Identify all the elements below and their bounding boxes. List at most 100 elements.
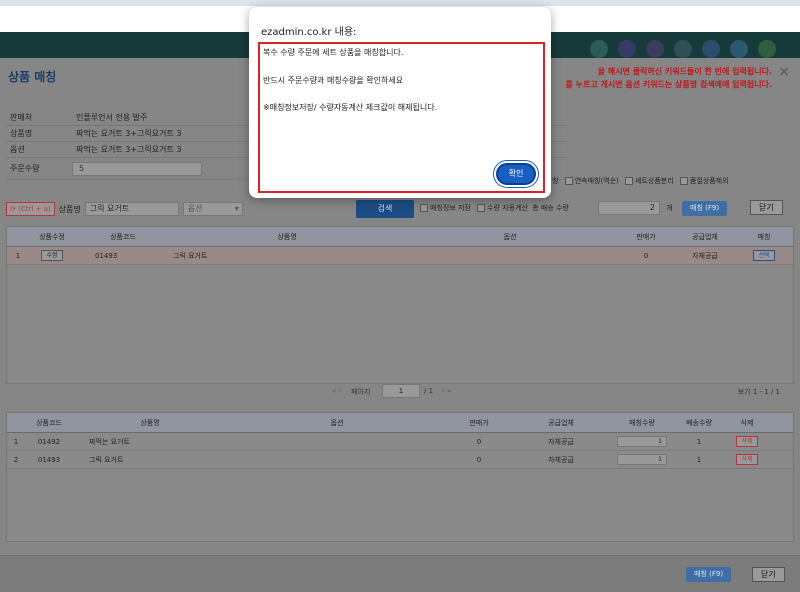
grid-header: 상품수정 상품코드 상품명 옵션 판매가 공급업체 매칭 <box>7 227 793 247</box>
info-label: 상품명 <box>10 129 33 138</box>
grid-header: 상품코드 상품명 옵션 판매가 공급업체 매칭수량 배송수량 삭제 <box>7 413 793 433</box>
footer-bar: 매칭 (F9) 닫기 <box>0 555 800 592</box>
product-name-input[interactable]: 그릭 요거트 <box>84 202 179 216</box>
ship-qty: 1 <box>696 455 702 464</box>
dialog-message-box: 복수 수량 주문에 세트 상품을 매칭합니다. 반드시 주문수량과 매칭수량을 … <box>258 42 545 193</box>
product-code: 01493 <box>95 251 118 260</box>
checkbox-exclude-soldout[interactable] <box>679 177 688 185</box>
dialog-title: ezadmin.co.kr 내용: <box>261 27 357 38</box>
option-select[interactable]: 옵션 ▾ <box>182 202 243 216</box>
supplier: 자체공급 <box>692 251 718 260</box>
col-header: 공급업체 <box>692 232 718 241</box>
delete-button[interactable]: 삭제 <box>736 436 758 447</box>
matched-items-grid: 상품코드 상품명 옵션 판매가 공급업체 매칭수량 배송수량 삭제 1 0149… <box>6 412 794 542</box>
table-row[interactable]: 1 01492 짜먹는 요거트 0 자체공급 1 1 삭제 <box>7 433 793 451</box>
total-qty-input[interactable]: 2 <box>598 201 660 215</box>
option-label: 연속매칭(역순) <box>574 177 619 185</box>
info-value: 짜먹는 요거트 3+그릭요거트 3 <box>76 145 182 154</box>
footer-close-button[interactable]: 닫기 <box>752 567 785 582</box>
checkbox-save-matching[interactable] <box>420 204 428 212</box>
nav-app-icon[interactable] <box>646 40 664 58</box>
nav-app-icon[interactable] <box>590 40 608 58</box>
select-button[interactable]: 선택 <box>753 250 775 261</box>
product-code: 01492 <box>37 437 61 446</box>
product-name: 짜먹는 요거트 <box>89 437 130 446</box>
row-number: 1 <box>13 437 19 446</box>
ctrl-a-button[interactable]: ⟳ (Ctrl + a) <box>6 202 55 216</box>
checkbox-reverse-match[interactable] <box>564 177 573 185</box>
col-header: 상품코드 <box>110 232 136 241</box>
option-label: 세트상품분리 <box>635 177 674 185</box>
page-title: 상품 매칭 <box>8 70 57 84</box>
product-code: 01493 <box>37 455 61 464</box>
pager-prev[interactable]: « ‹ <box>332 387 341 395</box>
match-qty-input[interactable]: 1 <box>617 436 667 447</box>
nav-app-icon[interactable] <box>702 40 720 58</box>
product-price: 0 <box>643 251 649 260</box>
col-header: 공급업체 <box>548 418 574 427</box>
info-label: 옵션 <box>10 145 25 154</box>
col-header: 상품명 <box>277 232 297 241</box>
close-icon[interactable]: × <box>778 64 790 80</box>
ship-qty: 1 <box>696 437 702 446</box>
info-label: 주문수량 <box>10 164 40 173</box>
view-info: 보기 1 - 1 / 1 <box>737 388 780 396</box>
product-name-label: 상품명 <box>58 204 81 214</box>
col-header: 상품명 <box>140 418 160 427</box>
ctrl-a-label: (Ctrl + a) <box>18 205 51 213</box>
auto-qty-label: 수량 자동계산 <box>487 204 528 212</box>
product-price: 0 <box>476 437 482 446</box>
nav-app-icon[interactable] <box>618 40 636 58</box>
edit-button[interactable]: 수정 <box>41 250 63 261</box>
order-qty-field[interactable]: 5 <box>72 161 202 176</box>
nav-app-icon[interactable] <box>730 40 748 58</box>
dialog-line: 복수 수량 주문에 세트 상품을 매칭합니다. <box>263 48 404 57</box>
col-header: 판매가 <box>469 418 489 427</box>
page-total: / 1 <box>424 387 434 395</box>
search-button[interactable]: 검색 <box>356 200 414 218</box>
match-qty-input[interactable]: 1 <box>617 454 667 465</box>
col-header: 옵션 <box>503 232 517 241</box>
search-results-grid: 상품수정 상품코드 상품명 옵션 판매가 공급업체 매칭 1 수정 01493 … <box>6 226 794 384</box>
table-row[interactable]: 1 수정 01493 그릭 요거트 0 자체공급 선택 <box>7 247 793 265</box>
col-header: 배송수량 <box>686 418 712 427</box>
col-header: 매칭수량 <box>629 418 655 427</box>
option-label: 품절상품제외 <box>689 177 729 185</box>
table-row[interactable]: 2 01493 그릭 요거트 0 자체공급 1 1 삭제 <box>7 451 793 469</box>
save-matching-label: 매칭정보 저장 <box>430 204 471 212</box>
pager: « ‹ 페이지 1 / 1 › » 보기 1 - 1 / 1 <box>6 384 794 400</box>
options-row: 칭 연속매칭(역순) 세트상품분리 품절상품제외 <box>552 176 729 186</box>
ok-button[interactable]: 확인 <box>496 163 536 185</box>
supplier: 자체공급 <box>548 437 574 446</box>
chevron-down-icon: ▾ <box>234 204 239 213</box>
dialog-line: ※매칭정보저장/ 수량자동계산 체크값이 해제됩니다. <box>263 103 438 112</box>
info-value: 짜먹는 요거트 3+그릭요거트 3 <box>76 129 182 138</box>
refresh-icon: ⟳ <box>10 205 16 213</box>
col-header: 삭제 <box>740 418 754 427</box>
supplier: 자체공급 <box>548 455 574 464</box>
dialog-line: 반드시 주문수량과 매칭수량을 확인하세요 <box>263 76 404 85</box>
option-label: 칭 <box>552 177 559 185</box>
col-header: 상품코드 <box>36 418 62 427</box>
page-input[interactable]: 1 <box>382 384 420 398</box>
col-header: 상품수정 <box>39 232 65 241</box>
col-header: 옵션 <box>330 418 344 427</box>
match-button[interactable]: 매칭 (F9) <box>682 201 728 216</box>
info-value: 인플루언서 전용 발주 <box>76 113 148 122</box>
checkbox-auto-qty[interactable] <box>477 204 486 212</box>
option-select-value: 옵션 <box>187 204 203 213</box>
footer-match-button[interactable]: 매칭 (F9) <box>686 567 732 582</box>
nav-app-icon[interactable] <box>674 40 692 58</box>
pager-next[interactable]: › » <box>442 387 451 395</box>
alert-dialog: ezadmin.co.kr 내용: 복수 수량 주문에 세트 상품을 매칭합니다… <box>249 7 551 198</box>
unit-label: 개 <box>666 204 673 212</box>
nav-app-icon[interactable] <box>758 40 776 58</box>
checkbox-set-split[interactable] <box>625 177 634 185</box>
search-options: 매칭정보 저장 수량 자동계산 총 배송 수량 <box>420 203 569 213</box>
info-label: 판매처 <box>10 113 33 122</box>
col-header: 판매가 <box>636 232 656 241</box>
notice-line-2: 를 누르고 게시면 옵션 키워드는 상품명 검색에에 입력됩니다. <box>565 80 772 89</box>
delete-button[interactable]: 삭제 <box>736 454 758 465</box>
total-qty-label: 총 배송 수량 <box>532 204 569 212</box>
close-button[interactable]: 닫기 <box>750 200 783 215</box>
